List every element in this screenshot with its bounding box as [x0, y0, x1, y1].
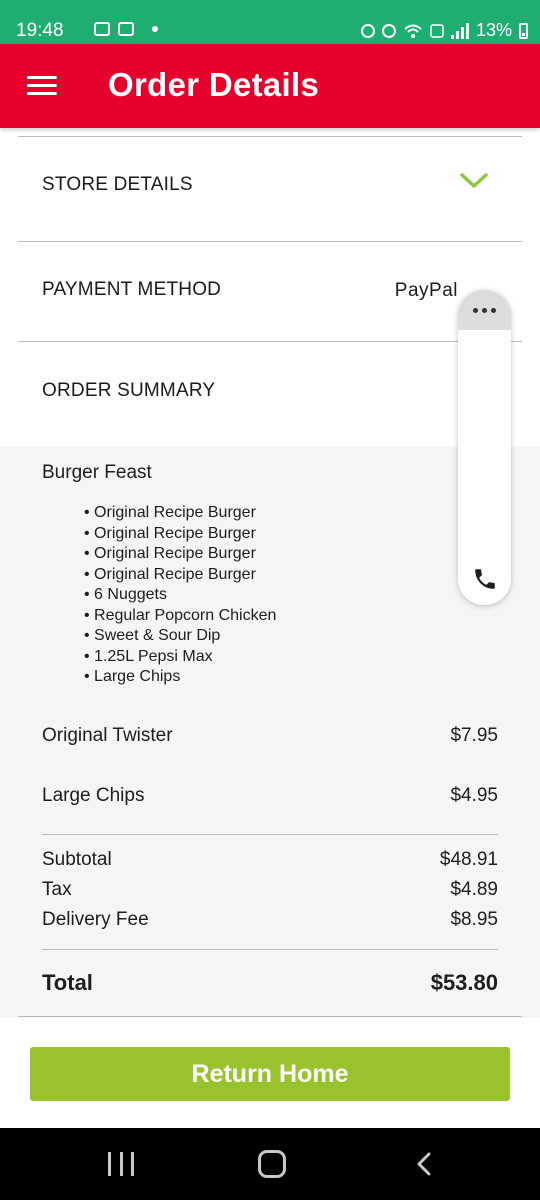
item-price: $7.95 — [450, 725, 498, 746]
order-summary-label: ORDER SUMMARY — [42, 380, 216, 401]
store-details-label: STORE DETAILS — [42, 174, 193, 195]
item-component: 6 Nuggets — [84, 585, 276, 606]
item-component: Original Recipe Burger — [84, 565, 276, 586]
delivery-fee-label: Delivery Fee — [42, 909, 149, 930]
item-name: Burger Feast — [42, 462, 152, 483]
item-price: $4.95 — [450, 785, 498, 806]
item-name: Original Twister — [42, 725, 173, 746]
calendar-notification-icon — [118, 22, 134, 36]
battery-percent: 13% — [475, 20, 512, 40]
status-time: 19:48 — [16, 20, 64, 41]
item-component: Original Recipe Burger — [84, 524, 276, 545]
item-component: 1.25L Pepsi Max — [84, 647, 276, 668]
phone-icon[interactable] — [472, 566, 498, 592]
tax-value: $4.89 — [450, 879, 498, 900]
signal-icon — [450, 22, 469, 39]
subtotal-value: $48.91 — [439, 849, 498, 870]
item-name: Large Chips — [42, 785, 145, 806]
payment-method-section: PAYMENT METHOD PayPal — [18, 242, 522, 342]
alarm-icon — [360, 23, 375, 38]
more-dots-icon[interactable] — [458, 290, 511, 330]
item-component: Sweet & Sour Dip — [84, 626, 276, 647]
more-notifications-dot-icon — [152, 26, 158, 32]
status-system-icons: 13% — [360, 20, 528, 41]
battery-icon — [519, 22, 528, 39]
payment-method-label: PAYMENT METHOD — [42, 279, 222, 300]
divider — [18, 1016, 522, 1017]
mute-icon — [381, 23, 396, 38]
back-icon[interactable] — [414, 1152, 434, 1176]
delivery-fee-value: $8.95 — [450, 909, 498, 930]
divider — [42, 949, 498, 950]
recent-apps-icon[interactable] — [108, 1152, 134, 1176]
item-component: Original Recipe Burger — [84, 503, 276, 524]
item-component: Large Chips — [84, 667, 276, 688]
item-component: Original Recipe Burger — [84, 544, 276, 565]
divider — [42, 834, 498, 835]
hamburger-menu-icon[interactable] — [27, 76, 57, 96]
car-notification-icon — [94, 22, 110, 36]
home-icon[interactable] — [258, 1150, 286, 1178]
total-value: $53.80 — [430, 970, 498, 995]
return-home-button[interactable]: Return Home — [30, 1047, 510, 1101]
floating-side-widget[interactable] — [458, 290, 511, 605]
store-details-section[interactable]: STORE DETAILS — [18, 136, 522, 242]
system-navigation-bar — [0, 1128, 540, 1200]
order-summary-section: ORDER SUMMARY — [18, 342, 522, 446]
item-components-list: Original Recipe Burger Original Recipe B… — [84, 503, 276, 688]
status-notification-icons — [94, 22, 158, 36]
page-title: Order Details — [108, 66, 320, 103]
tax-label: Tax — [42, 879, 72, 900]
payment-method-value: PayPal — [394, 280, 458, 301]
subtotal-label: Subtotal — [42, 849, 112, 870]
chevron-down-icon[interactable] — [460, 172, 488, 190]
item-component: Regular Popcorn Chicken — [84, 606, 276, 627]
status-bar: 19:48 13% — [0, 0, 540, 44]
wifi-icon — [404, 24, 422, 38]
volte-icon — [430, 23, 444, 38]
total-label: Total — [42, 970, 93, 995]
app-header: Order Details — [0, 44, 540, 128]
